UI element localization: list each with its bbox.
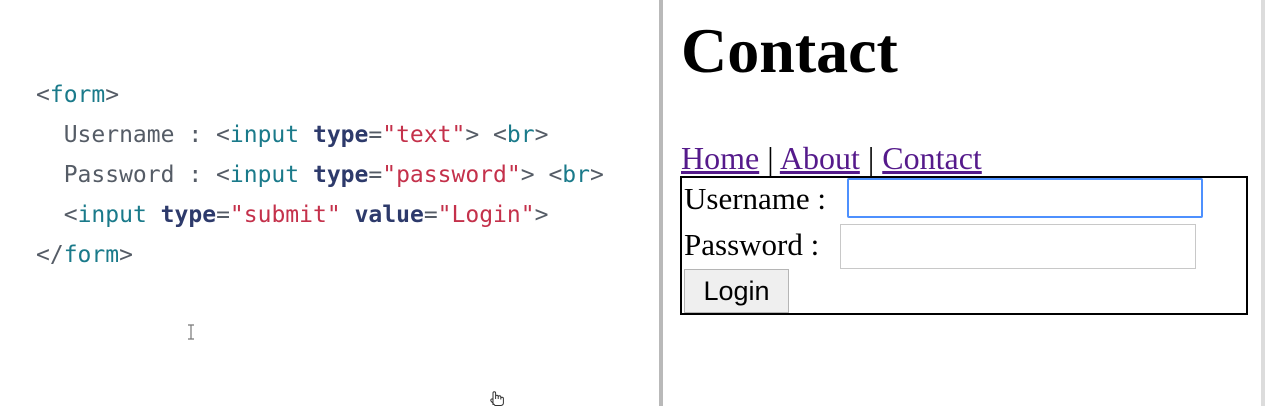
code-token: > <box>534 122 549 148</box>
code-token: "text" <box>382 122 466 148</box>
code-token: type <box>312 122 369 148</box>
code-token: Username : <box>36 122 217 148</box>
browser-preview-pane: Contact Home | About | Contact Username … <box>663 0 1265 406</box>
code-token: > <box>119 242 133 268</box>
code-token: br <box>562 162 590 188</box>
code-token: input <box>77 202 147 228</box>
code-token: = <box>368 122 383 148</box>
hand-pointer-icon <box>490 391 504 406</box>
code-token: > <box>105 82 120 108</box>
code-token: Password : <box>36 162 217 188</box>
nav-separator: | <box>867 140 875 176</box>
code-token: = <box>423 202 438 228</box>
username-label: Username : <box>684 181 827 216</box>
code-token: < <box>36 82 50 108</box>
password-label: Password : <box>684 227 820 262</box>
code-line-4: <input type="submit" value="Login"> <box>36 200 549 230</box>
nav-link-home[interactable]: Home <box>681 140 759 176</box>
code-token: br <box>506 122 535 148</box>
nav-separator: | <box>767 140 774 176</box>
code-token: = <box>368 162 383 188</box>
page-title: Contact <box>681 15 898 86</box>
code-token: < <box>63 202 78 228</box>
code-token: > <box>590 162 604 188</box>
nav-link-about[interactable]: About <box>780 140 860 176</box>
code-token: < <box>493 122 507 148</box>
code-line-1: <form> <box>36 80 119 110</box>
window-edge <box>1261 0 1265 406</box>
code-editor-pane[interactable]: <form> Username : <input type="text"> <b… <box>0 0 660 406</box>
code-token: < <box>216 122 230 148</box>
code-token: = <box>216 202 230 228</box>
text-cursor-icon <box>188 324 194 340</box>
code-token: > <box>534 202 549 228</box>
code-token: form <box>49 82 106 108</box>
code-token: form <box>63 242 120 268</box>
code-token: type <box>312 162 369 188</box>
code-token: > <box>520 162 535 188</box>
code-token: < <box>216 162 230 188</box>
code-token: input <box>229 162 300 188</box>
code-token: type <box>160 202 217 228</box>
login-button[interactable]: Login <box>684 269 789 313</box>
code-token: input <box>229 122 300 148</box>
nav-bar: Home | About | Contact <box>681 139 982 177</box>
code-line-3: Password : <input type="password"> <br> <box>36 160 604 190</box>
nav-link-contact[interactable]: Contact <box>882 140 982 176</box>
code-token: < <box>548 162 563 188</box>
code-line-5: </form> <box>36 240 133 270</box>
code-token: "submit" <box>229 202 341 228</box>
code-token: "password" <box>382 162 521 188</box>
code-token: value <box>354 202 424 228</box>
code-line-2: Username : <input type="text"> <br> <box>36 120 549 150</box>
username-input[interactable] <box>847 178 1203 218</box>
code-token: </ <box>36 242 64 268</box>
code-token: > <box>465 122 480 148</box>
code-token: "Login" <box>437 202 535 228</box>
login-form: Username : Password : Login <box>680 176 1248 315</box>
password-input[interactable] <box>840 224 1196 269</box>
